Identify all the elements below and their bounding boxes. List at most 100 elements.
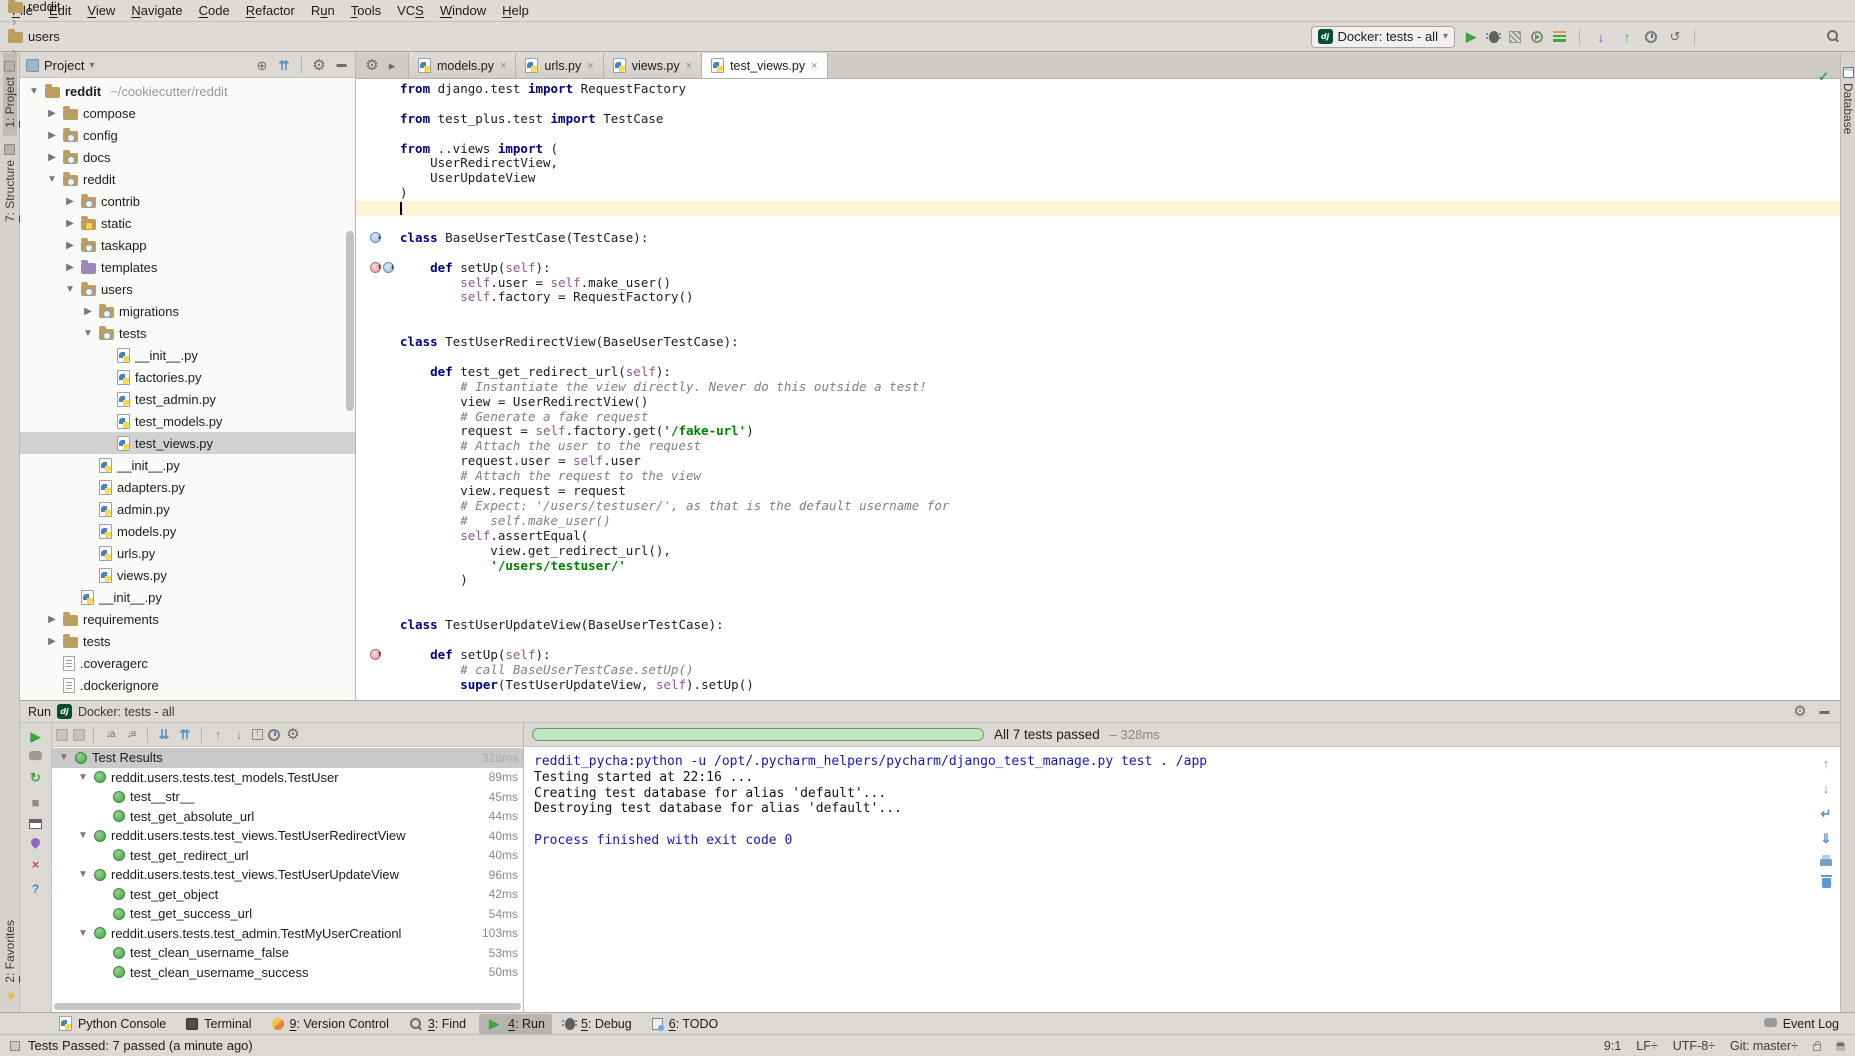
code-line[interactable]: request = self.factory.get('/fake-url')	[356, 424, 1855, 439]
tool-stripe-database[interactable]: Database	[1841, 59, 1855, 142]
tool-button-5-debug[interactable]: 5: Debug	[558, 1014, 639, 1034]
code-line[interactable]: def setUp(self):	[356, 261, 1855, 276]
editor-tab-views.py[interactable]: views.py ×	[604, 53, 702, 78]
expand-all-icon[interactable]: ⇊	[156, 727, 172, 743]
collapse-arrow-icon[interactable]: ▼	[77, 830, 89, 841]
code-line[interactable]: view = UserRedirectView()	[356, 395, 1855, 410]
run-icon[interactable]: ▶	[1463, 29, 1479, 45]
debug-icon[interactable]	[1489, 31, 1499, 43]
show-ignored-icon[interactable]	[73, 729, 85, 741]
event-log-button[interactable]: Event Log	[1764, 1017, 1839, 1031]
code-line[interactable]: super(TestUserUpdateView, self).setUp()	[356, 678, 1855, 693]
tool-button-3-find[interactable]: 3: Find	[402, 1014, 473, 1034]
close-tab-icon[interactable]: ×	[686, 60, 692, 72]
code-line[interactable]	[356, 201, 1855, 216]
coverage-icon[interactable]	[1509, 31, 1521, 43]
project-tree-row[interactable]: ▼ reddit ~/cookiecutter/reddit	[20, 80, 355, 102]
editor-tab-test_views.py[interactable]: test_views.py ×	[702, 53, 827, 78]
history-icon[interactable]	[1645, 31, 1657, 43]
close-tab-icon[interactable]: ×	[587, 60, 593, 72]
expand-arrow-icon[interactable]: ▶	[64, 240, 76, 251]
status-caret-position[interactable]: 9:1	[1604, 1039, 1621, 1053]
collapse-arrow-icon[interactable]: ▼	[77, 772, 89, 783]
project-tree-row[interactable]: ▶ requirements	[20, 608, 355, 630]
collapse-arrow-icon[interactable]: ▼	[77, 869, 89, 880]
down-icon[interactable]: ↓	[1818, 780, 1834, 796]
test-tree-row[interactable]: test_get_object 42ms	[52, 885, 523, 905]
status-square-icon[interactable]	[10, 1041, 20, 1051]
print-icon[interactable]	[1820, 859, 1832, 866]
collapse-arrow-icon[interactable]: ▼	[77, 928, 89, 939]
code-line[interactable]	[356, 320, 1855, 335]
tool-stripe-structure[interactable]: 7: Structure	[3, 136, 17, 230]
close-icon[interactable]: ×	[28, 856, 44, 872]
project-tree-row[interactable]: factories.py	[20, 366, 355, 388]
inspections-ok-icon[interactable]: ✓	[1818, 69, 1829, 85]
clear-icon[interactable]	[1822, 878, 1831, 888]
code-line[interactable]: self.assertEqual(	[356, 529, 1855, 544]
collapse-all-icon[interactable]: ⇈	[276, 57, 292, 73]
collapse-arrow-icon[interactable]: ▼	[46, 174, 58, 185]
close-tab-icon[interactable]: ×	[500, 60, 506, 72]
expand-arrow-icon[interactable]: ▶	[46, 130, 58, 141]
hide-icon[interactable]: ▬	[1816, 704, 1832, 720]
project-tree-row[interactable]: ▶ migrations	[20, 300, 355, 322]
project-tree-row[interactable]: ▼ reddit	[20, 168, 355, 190]
project-tree-row[interactable]: __init__.py	[20, 344, 355, 366]
project-tree-row[interactable]: admin.py	[20, 498, 355, 520]
code-line[interactable]: def setUp(self):	[356, 648, 1855, 663]
vcs-update-icon[interactable]: ↓	[1593, 29, 1609, 45]
code-line[interactable]: # self.make_user()	[356, 514, 1855, 529]
tool-stripe-project[interactable]: 1: Project	[3, 53, 17, 136]
code-line[interactable]: )	[356, 186, 1855, 201]
code-line[interactable]: request.user = self.user	[356, 454, 1855, 469]
project-tree-row[interactable]: ▶ tests	[20, 630, 355, 652]
export-icon[interactable]	[252, 729, 263, 740]
code-line[interactable]: view.get_redirect_url(),	[356, 544, 1855, 559]
scroll-end-icon[interactable]: ⇓	[1818, 830, 1834, 846]
project-tree-row[interactable]: test_views.py	[20, 432, 355, 454]
expand-arrow-icon[interactable]: ▶	[64, 218, 76, 229]
code-line[interactable]: # Generate a fake request	[356, 410, 1855, 425]
code-line[interactable]	[356, 350, 1855, 365]
hide-icon[interactable]: ▬	[333, 57, 349, 73]
expand-arrow-icon[interactable]: ▶	[46, 152, 58, 163]
breadcrumb-item[interactable]: reddit	[8, 0, 104, 14]
code-line[interactable]: def test_get_redirect_url(self):	[356, 365, 1855, 380]
code-line[interactable]: )	[356, 573, 1855, 588]
hector-inspector-icon[interactable]	[1836, 1041, 1845, 1051]
code-line[interactable]: class BaseUserTestCase(TestCase):	[356, 231, 1855, 246]
menu-vcs[interactable]: VCS	[389, 1, 432, 20]
code-line[interactable]: # call BaseUserTestCase.setUp()	[356, 663, 1855, 678]
code-line[interactable]	[356, 305, 1855, 320]
code-line[interactable]: # Instantiate the view directly. Never d…	[356, 380, 1855, 395]
breadcrumb-item[interactable]: users	[8, 29, 104, 44]
code-line[interactable]: from test_plus.test import TestCase	[356, 112, 1855, 127]
test-tree-row[interactable]: test__str__ 45ms	[52, 787, 523, 807]
profiler-icon[interactable]	[1531, 31, 1543, 43]
test-tree-row[interactable]: ▼ reddit.users.tests.test_views.TestUser…	[52, 865, 523, 885]
menu-help[interactable]: Help	[494, 1, 537, 20]
project-tree-row[interactable]: ▶ compose	[20, 102, 355, 124]
settings-icon[interactable]: ⚙	[311, 57, 327, 73]
code-line[interactable]	[356, 588, 1855, 603]
code-line[interactable]: from ..views import (	[356, 142, 1855, 157]
expand-arrow-icon[interactable]: ▶	[46, 636, 58, 647]
tool-button-9-version-control[interactable]: 9: Version Control	[265, 1014, 396, 1034]
tool-button-4-run[interactable]: ▶4: Run	[479, 1014, 552, 1034]
show-passed-icon[interactable]	[56, 729, 68, 741]
test-tree-row[interactable]: ▼ Test Results 328ms	[52, 748, 523, 768]
tool-button-terminal[interactable]: Terminal	[179, 1014, 258, 1034]
menu-refactor[interactable]: Refactor	[238, 1, 303, 20]
test-tree-row[interactable]: test_get_redirect_url 40ms	[52, 846, 523, 866]
code-line[interactable]: UserUpdateView	[356, 171, 1855, 186]
up-icon[interactable]: ↑	[1818, 755, 1834, 771]
code-line[interactable]: self.user = self.make_user()	[356, 276, 1855, 291]
project-tree-row[interactable]: ▶ contrib	[20, 190, 355, 212]
status-line-separator[interactable]: LF÷	[1636, 1039, 1657, 1053]
editor-tab-urls.py[interactable]: urls.py ×	[516, 53, 603, 78]
project-tree-row[interactable]: __init__.py	[20, 586, 355, 608]
history-icon[interactable]	[268, 729, 280, 741]
status-encoding[interactable]: UTF-8÷	[1673, 1039, 1715, 1053]
close-tab-icon[interactable]: ×	[811, 60, 817, 72]
